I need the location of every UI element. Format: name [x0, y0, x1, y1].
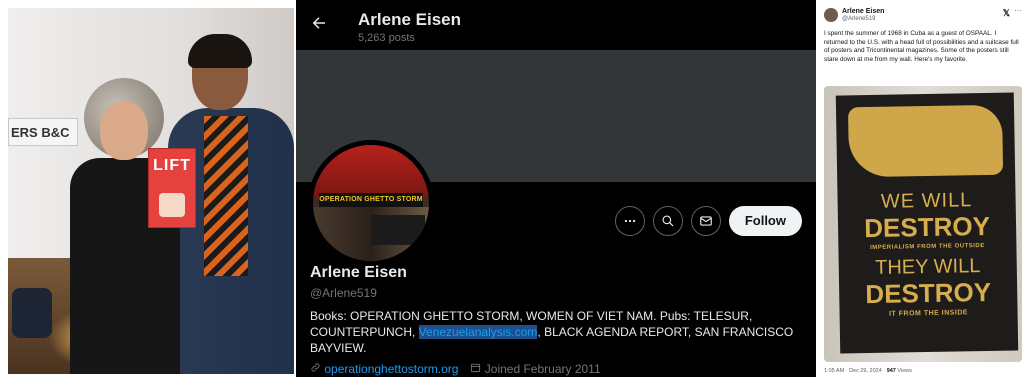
search-button[interactable] [652, 206, 683, 236]
tweet-card: Arlene Eisen @Arlene519 𝕏 ··· I spent th… [818, 0, 1028, 377]
joined-date: Joined February 2011 [484, 362, 601, 376]
more-icon [624, 219, 636, 223]
website-item[interactable]: operationghettostorm.org [310, 362, 458, 376]
joined-item: Joined February 2011 [470, 362, 601, 376]
profile-actions: Follow [614, 206, 802, 236]
mail-icon [699, 216, 712, 226]
tweet-timestamp[interactable]: 1:05 AM · Dec 29, 2024 · [824, 368, 887, 374]
tweet-text: I spent the summer of 1968 in Cuba as a … [824, 30, 1019, 63]
profile-avatar[interactable]: OPERATION GHETTO STORM [308, 140, 434, 266]
bio-link[interactable]: Venezuelanalysis.com [418, 325, 538, 339]
poster-line-2: DESTROY [863, 210, 991, 244]
profile-meta: operationghettostorm.org Joined February… [310, 362, 601, 376]
avatar-image: OPERATION GHETTO STORM [313, 145, 429, 261]
woman-face [100, 102, 148, 160]
website-link[interactable]: operationghettostorm.org [324, 362, 458, 376]
search-icon [662, 215, 674, 227]
tweet-avatar[interactable] [824, 8, 838, 22]
post-count: 5,263 posts [358, 32, 415, 44]
display-name: Arlene Eisen [310, 264, 407, 281]
man-hair [188, 34, 252, 68]
header-name: Arlene Eisen [358, 10, 461, 29]
tweet-author-name[interactable]: Arlene Eisen [842, 8, 884, 15]
book-figure [159, 193, 185, 217]
profile-bio: Books: OPERATION GHETTO STORM, WOMEN OF … [310, 308, 800, 356]
tweet-media[interactable]: WE WILL DESTROY IMPERIALISM FROM THE OUT… [824, 86, 1022, 362]
handle: @Arlene519 [310, 286, 377, 300]
avatar-top [313, 145, 429, 197]
tweet-views-label: Views [895, 368, 912, 374]
avatar-title: OPERATION GHETTO STORM [319, 193, 423, 207]
wall-sign: ERS B&C [8, 118, 78, 146]
x-logo-icon: 𝕏 [1002, 8, 1010, 18]
book: LIFT [148, 148, 196, 228]
avatar-text-block [371, 215, 425, 245]
profile-topbar: Arlene Eisen 5,263 posts [296, 0, 816, 50]
bag [12, 288, 52, 338]
message-button[interactable] [690, 206, 721, 236]
profile-page: Arlene Eisen 5,263 posts OPERATION GHETT… [296, 0, 816, 377]
man-shirt [204, 116, 248, 276]
event-photo: ERS B&C LIFT [8, 8, 294, 374]
back-arrow-icon[interactable] [310, 14, 328, 32]
poster-map-graphic [847, 104, 1004, 178]
poster: WE WILL DESTROY IMPERIALISM FROM THE OUT… [835, 92, 1019, 354]
tweet-views-count: 947 [886, 368, 896, 374]
tweet-footer: 1:05 AM · Dec 29, 2024 · 947 Views [824, 368, 912, 374]
book-title: LIFT [153, 157, 191, 174]
tweet-author-handle[interactable]: @Arlene519 [842, 16, 875, 22]
calendar-icon [471, 363, 481, 373]
link-icon [311, 363, 320, 372]
more-button[interactable] [614, 206, 645, 236]
poster-line-5: DESTROY [865, 276, 992, 310]
follow-button[interactable]: Follow [728, 206, 802, 236]
tweet-more-icon[interactable]: ··· [1014, 6, 1022, 15]
